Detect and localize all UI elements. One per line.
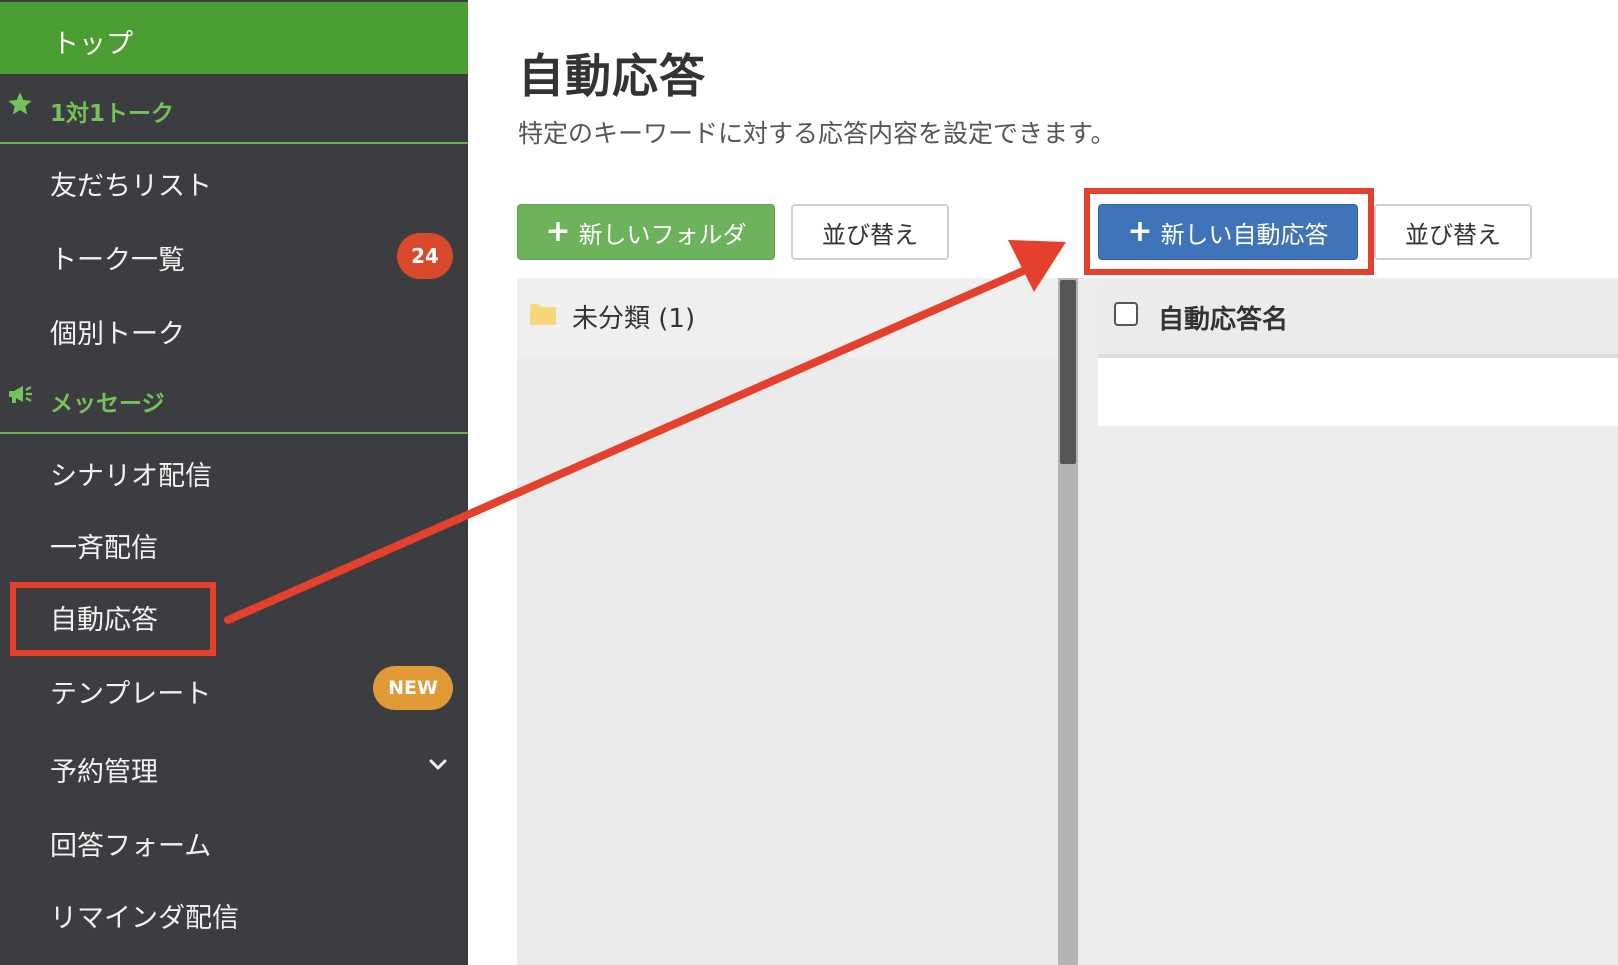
folder-icon bbox=[530, 304, 556, 325]
sidebar-item-label: 一斉配信 bbox=[50, 533, 158, 564]
sidebar-item-reservation[interactable]: 予約管理 bbox=[0, 736, 468, 798]
folder-label: 未分類 (1) bbox=[572, 304, 696, 334]
new-folder-button-label: 新しいフォルダ bbox=[578, 220, 747, 249]
column-header-auto-reply-name: 自動応答名 bbox=[1158, 305, 1289, 335]
auto-reply-list-empty-row bbox=[1098, 358, 1618, 426]
folder-item-uncategorized[interactable]: 未分類 (1) bbox=[517, 278, 1058, 358]
auto-reply-list-header: 自動応答名 bbox=[1098, 282, 1618, 358]
sort-replies-button-label: 並び替え bbox=[1405, 220, 1501, 249]
sidebar-item-individual-talk[interactable]: 個別トーク bbox=[0, 298, 468, 360]
folder-scrollbar-thumb[interactable] bbox=[1060, 280, 1076, 464]
sidebar-item-label: 回答フォーム bbox=[50, 831, 212, 862]
sidebar-item-label: リマインダ配信 bbox=[50, 903, 239, 934]
select-all-checkbox[interactable] bbox=[1114, 302, 1138, 326]
new-badge: NEW bbox=[373, 666, 453, 710]
sidebar-item-label: 友だちリスト bbox=[50, 171, 212, 202]
sidebar-item-reminder[interactable]: リマインダ配信 bbox=[0, 882, 468, 944]
sidebar-section-talk: 1対1トーク bbox=[0, 74, 468, 144]
sidebar-item-broadcast[interactable]: 一斉配信 bbox=[0, 512, 468, 574]
highlight-box-new-auto-reply bbox=[1084, 188, 1374, 275]
sidebar-section-label: メッセージ bbox=[50, 391, 165, 417]
sidebar-item-label: 予約管理 bbox=[50, 757, 158, 788]
sidebar-item-label: 個別トーク bbox=[50, 319, 185, 350]
unread-count-badge: 24 bbox=[397, 233, 453, 279]
megaphone-icon bbox=[9, 386, 32, 403]
chevron-down-icon[interactable] bbox=[428, 758, 448, 772]
sidebar: トップ 1対1トーク 友だちリスト トーク一覧 24 個別トーク メッセージ シ… bbox=[0, 0, 468, 965]
sidebar-item-template[interactable]: テンプレート NEW bbox=[0, 658, 468, 720]
folder-panel: 未分類 (1) bbox=[517, 278, 1058, 965]
sidebar-item-label: テンプレート bbox=[50, 679, 212, 710]
sidebar-section-label: 1対1トーク bbox=[50, 101, 175, 127]
highlight-box-sidebar-auto-reply bbox=[10, 582, 216, 656]
sidebar-item-answer-form[interactable]: 回答フォーム bbox=[0, 810, 468, 872]
page-title: 自動応答 bbox=[518, 49, 706, 103]
plus-icon: + bbox=[545, 214, 571, 249]
sort-folders-button[interactable]: 並び替え bbox=[791, 204, 949, 260]
sidebar-item-label: シナリオ配信 bbox=[50, 461, 212, 492]
new-folder-button[interactable]: + 新しいフォルダ bbox=[517, 204, 775, 260]
sidebar-item-label: トーク一覧 bbox=[50, 245, 185, 276]
sidebar-item-scenario[interactable]: シナリオ配信 bbox=[0, 440, 468, 502]
sidebar-section-message: メッセージ bbox=[0, 364, 468, 434]
sort-folders-button-label: 並び替え bbox=[822, 220, 918, 249]
sort-replies-button[interactable]: 並び替え bbox=[1374, 204, 1532, 260]
sidebar-item-label: トップ bbox=[52, 29, 133, 60]
sidebar-item-friends-list[interactable]: 友だちリスト bbox=[0, 150, 468, 212]
sidebar-item-talk-list[interactable]: トーク一覧 24 bbox=[0, 224, 468, 286]
sidebar-item-top[interactable]: トップ bbox=[0, 2, 468, 74]
page-description: 特定のキーワードに対する応答内容を設定できます。 bbox=[518, 119, 1116, 148]
star-icon bbox=[8, 92, 32, 115]
